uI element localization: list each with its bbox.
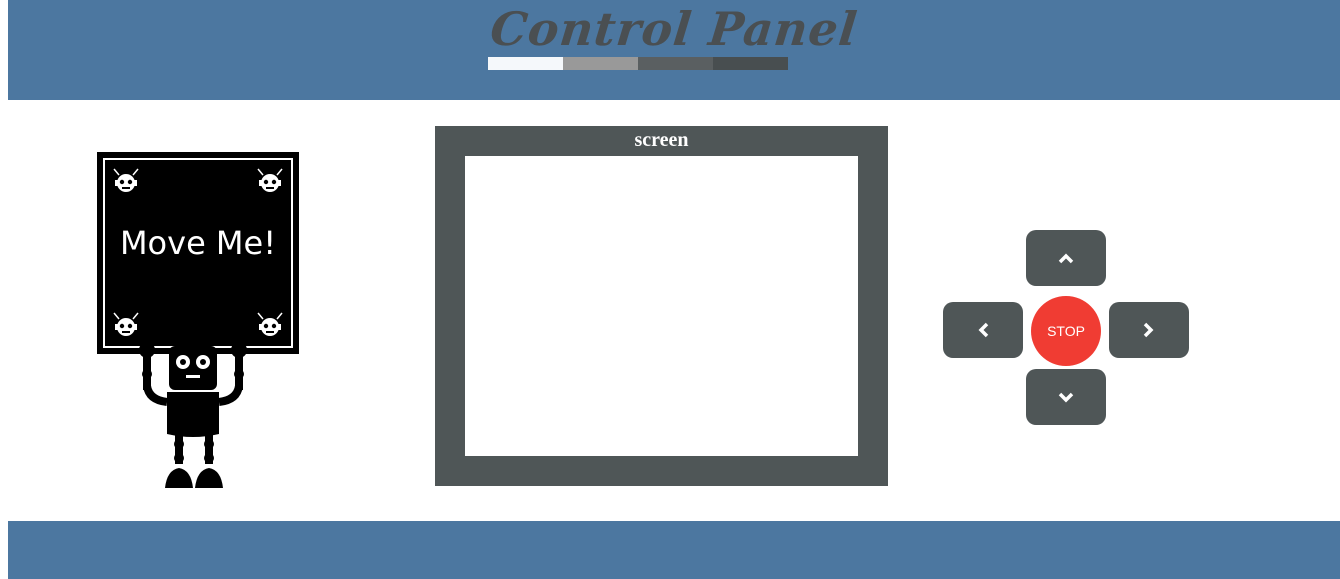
move-up-button[interactable] xyxy=(1026,230,1106,286)
chevron-right-icon xyxy=(1143,322,1154,338)
robot-head-icon xyxy=(113,312,139,336)
chevron-down-icon xyxy=(1058,392,1074,403)
robot-body-icon xyxy=(139,342,247,488)
color-swatch xyxy=(638,57,713,70)
robot-head-icon xyxy=(257,312,283,336)
robot-head-icon xyxy=(257,168,283,192)
color-swatch xyxy=(563,57,638,70)
sign-text: Move Me! xyxy=(119,224,277,262)
page-title: Control Panel xyxy=(487,2,861,56)
screen-display xyxy=(465,156,858,456)
color-swatch xyxy=(488,57,563,70)
robot-sign: Move Me! xyxy=(97,152,299,354)
robot-head-icon xyxy=(113,168,139,192)
header: Control Panel xyxy=(8,0,1340,100)
move-down-button[interactable] xyxy=(1026,369,1106,425)
screen-label: screen xyxy=(634,129,689,151)
stop-button[interactable]: STOP xyxy=(1031,296,1101,366)
chevron-up-icon xyxy=(1058,253,1074,264)
chevron-left-icon xyxy=(978,322,989,338)
screen-panel: screen xyxy=(435,126,888,486)
move-right-button[interactable] xyxy=(1109,302,1189,358)
movable-robot[interactable]: Move Me! xyxy=(97,152,302,490)
color-bar xyxy=(488,57,788,70)
footer xyxy=(8,521,1340,579)
color-swatch xyxy=(713,57,788,70)
move-left-button[interactable] xyxy=(943,302,1023,358)
